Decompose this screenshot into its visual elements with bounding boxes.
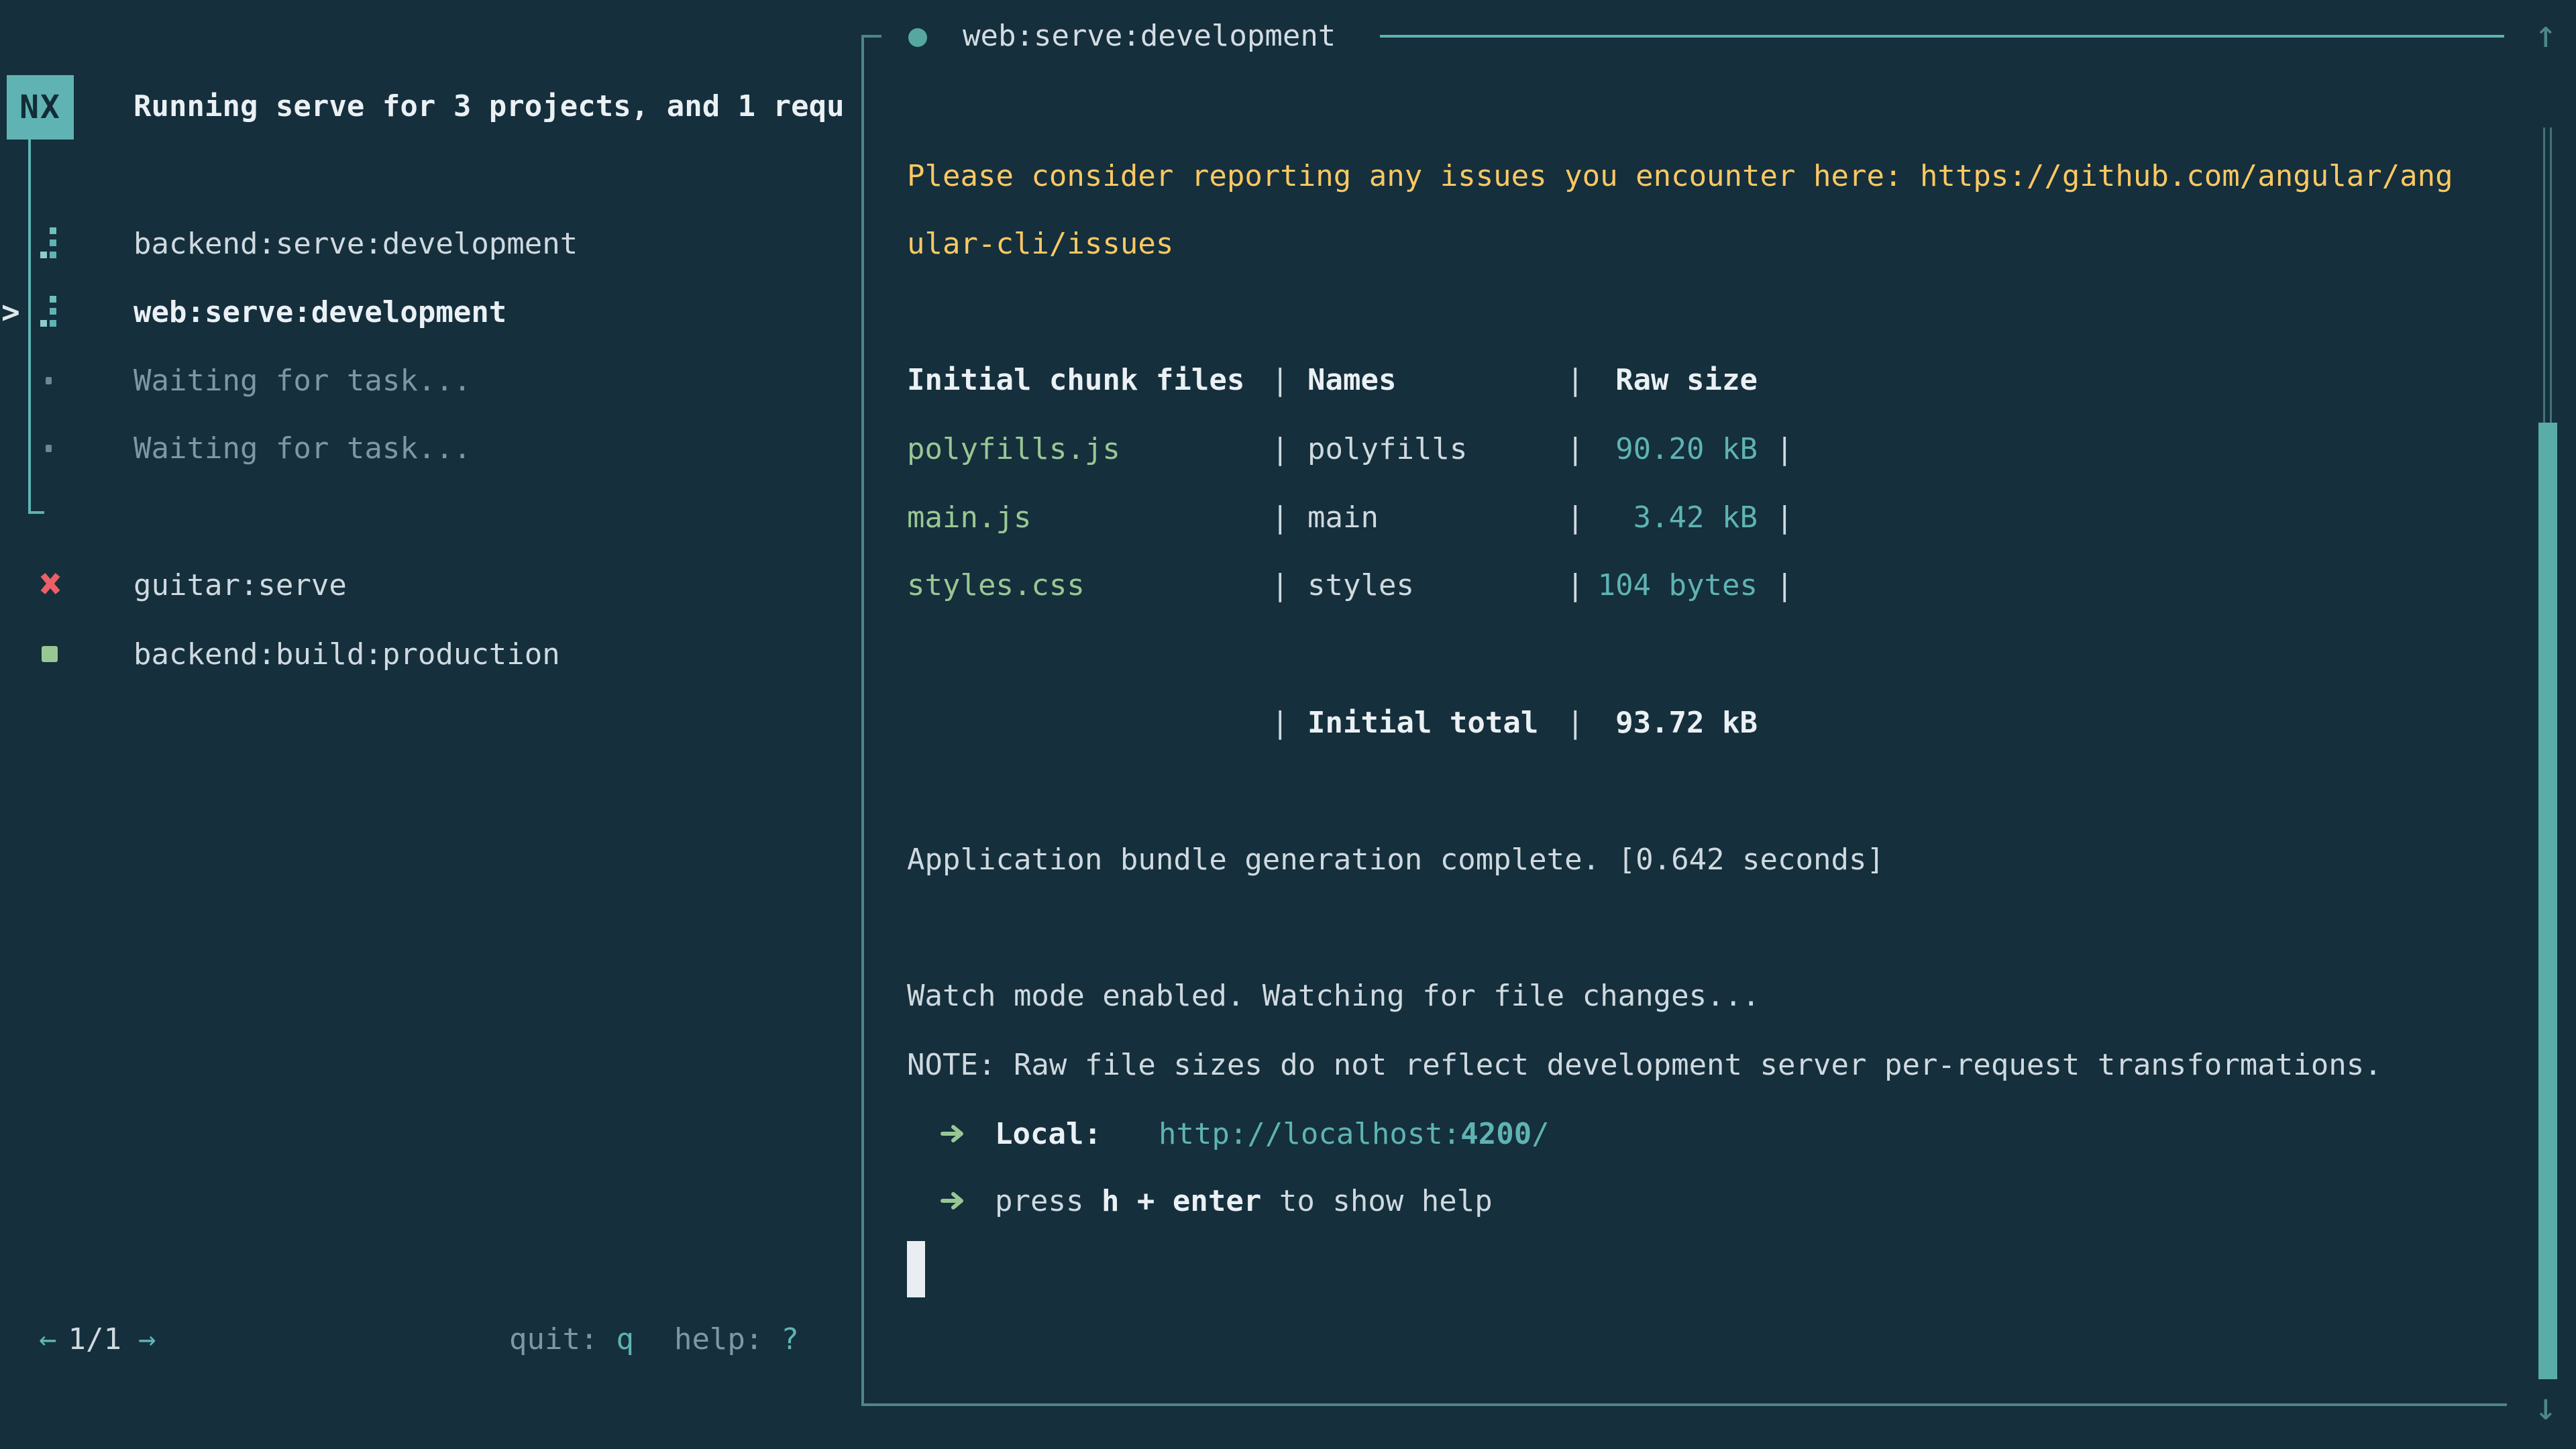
task-label: guitar:serve <box>133 568 347 602</box>
pipe-separator: | <box>1566 432 1585 466</box>
chunk-file: polyfills.js <box>907 432 1271 466</box>
task-label: web:serve:development <box>133 295 506 329</box>
terminal-cursor <box>907 1241 925 1297</box>
press-suffix: to show help <box>1261 1184 1492 1218</box>
total-label: Initial total <box>1289 706 1566 740</box>
success-square-icon <box>42 646 58 662</box>
chunk-size: 3.42 kB <box>1585 500 1758 535</box>
bundle-complete-line: Application bundle generation complete. … <box>907 825 1884 894</box>
pipe-separator: | <box>1566 706 1585 740</box>
keyboard-hints: quit: q help: ? <box>509 1305 799 1373</box>
task-row-waiting-1[interactable]: Waiting for task... <box>0 346 852 415</box>
task-row-backend-build[interactable]: backend:build:production <box>0 620 852 688</box>
help-key: ? <box>781 1322 799 1356</box>
page-next-arrow[interactable]: → <box>138 1322 156 1356</box>
task-row-backend-serve[interactable]: backend:serve:development <box>0 209 852 278</box>
panel-border-bottom <box>861 1403 2507 1406</box>
chunk-name: main <box>1289 500 1566 535</box>
press-prefix: press <box>995 1184 1102 1218</box>
chunk-size: 90.20 kB <box>1585 432 1758 466</box>
pipe-separator: | <box>1566 363 1585 397</box>
scroll-up-icon[interactable]: ↑ <box>2534 15 2557 55</box>
pipe-separator: | <box>1566 568 1585 602</box>
task-label: backend:serve:development <box>133 227 578 261</box>
panel-title-rule <box>1380 35 2504 38</box>
pipe-separator: | <box>1776 568 1794 602</box>
waiting-dot-icon <box>46 445 52 452</box>
panel-title: web:serve:development <box>963 2 1336 70</box>
arrow-right-icon <box>941 1191 969 1211</box>
quit-key: q <box>616 1322 634 1356</box>
task-row-web-serve[interactable]: > web:serve:development <box>0 278 852 346</box>
spinner-icon <box>40 296 58 328</box>
task-group-bracket-end <box>28 511 44 514</box>
col-raw-size: Raw size <box>1585 363 1758 397</box>
task-label: Waiting for task... <box>133 364 471 398</box>
chunk-file: main.js <box>907 500 1271 535</box>
nx-logo: NX <box>7 75 74 140</box>
note-line: NOTE: Raw file sizes do not reflect deve… <box>907 1030 2382 1099</box>
col-names: Names <box>1289 363 1566 397</box>
scroll-down-icon[interactable]: ↓ <box>2534 1387 2557 1428</box>
table-total-row: | Initial total | 93.72 kB <box>907 688 1758 757</box>
pipe-separator: | <box>1271 500 1289 535</box>
warning-line-1: Please consider reporting any issues you… <box>907 142 2453 210</box>
pipe-separator: | <box>1271 432 1289 466</box>
pipe-separator: | <box>1566 500 1585 535</box>
pipe-separator: | <box>1271 568 1289 602</box>
pipe-separator: | <box>1271 363 1289 397</box>
error-x-icon <box>39 568 62 602</box>
local-label: Local: <box>995 1117 1102 1151</box>
waiting-dot-icon <box>46 377 52 384</box>
watch-mode-line: Watch mode enabled. Watching for file ch… <box>907 961 1760 1030</box>
pipe-separator: | <box>1776 432 1794 466</box>
table-row: polyfills.js | polyfills | 90.20 kB | <box>907 415 1794 483</box>
press-help-line: press h + enter to show help <box>907 1167 1493 1235</box>
local-url[interactable]: http://localhost:4200/ <box>1159 1117 1550 1151</box>
pagination: ← 1/1 → <box>39 1305 156 1373</box>
task-row-waiting-2[interactable]: Waiting for task... <box>0 414 852 482</box>
panel-border-left <box>861 35 864 1406</box>
chunk-name: styles <box>1289 568 1566 602</box>
running-dot-icon <box>908 28 927 47</box>
table-row: main.js | main | 3.42 kB | <box>907 483 1794 551</box>
spinner-icon <box>40 227 58 260</box>
sidebar-header: Running serve for 3 projects, and 1 requ <box>133 72 865 141</box>
warning-line-2: ular-cli/issues <box>907 209 1173 278</box>
pipe-separator: | <box>1776 500 1794 535</box>
page-indicator: 1/1 <box>68 1322 121 1356</box>
page-prev-arrow[interactable]: ← <box>39 1322 57 1356</box>
chunk-file: styles.css <box>907 568 1271 602</box>
press-keys: h + enter <box>1102 1184 1261 1218</box>
total-size: 93.72 kB <box>1585 706 1758 740</box>
task-label: Waiting for task... <box>133 431 471 466</box>
chunk-name: polyfills <box>1289 432 1566 466</box>
table-row: styles.css | styles | 104 bytes | <box>907 551 1794 619</box>
selected-chevron-icon: > <box>1 294 20 330</box>
local-url-line: Local: http://localhost:4200/ <box>907 1099 1550 1168</box>
quit-label: quit: <box>509 1322 598 1356</box>
task-row-guitar-serve[interactable]: guitar:serve <box>0 551 852 619</box>
chunk-size: 104 bytes <box>1585 568 1758 602</box>
pipe-separator: | <box>1271 706 1289 740</box>
col-initial-chunk-files: Initial chunk files <box>907 363 1271 397</box>
arrow-right-icon <box>941 1124 969 1144</box>
scrollbar-thumb[interactable] <box>2538 423 2557 1379</box>
panel-border-top-stub <box>861 35 881 38</box>
table-header-row: Initial chunk files | Names | Raw size <box>907 345 1758 414</box>
task-label: backend:build:production <box>133 637 560 672</box>
help-label: help: <box>674 1322 763 1356</box>
